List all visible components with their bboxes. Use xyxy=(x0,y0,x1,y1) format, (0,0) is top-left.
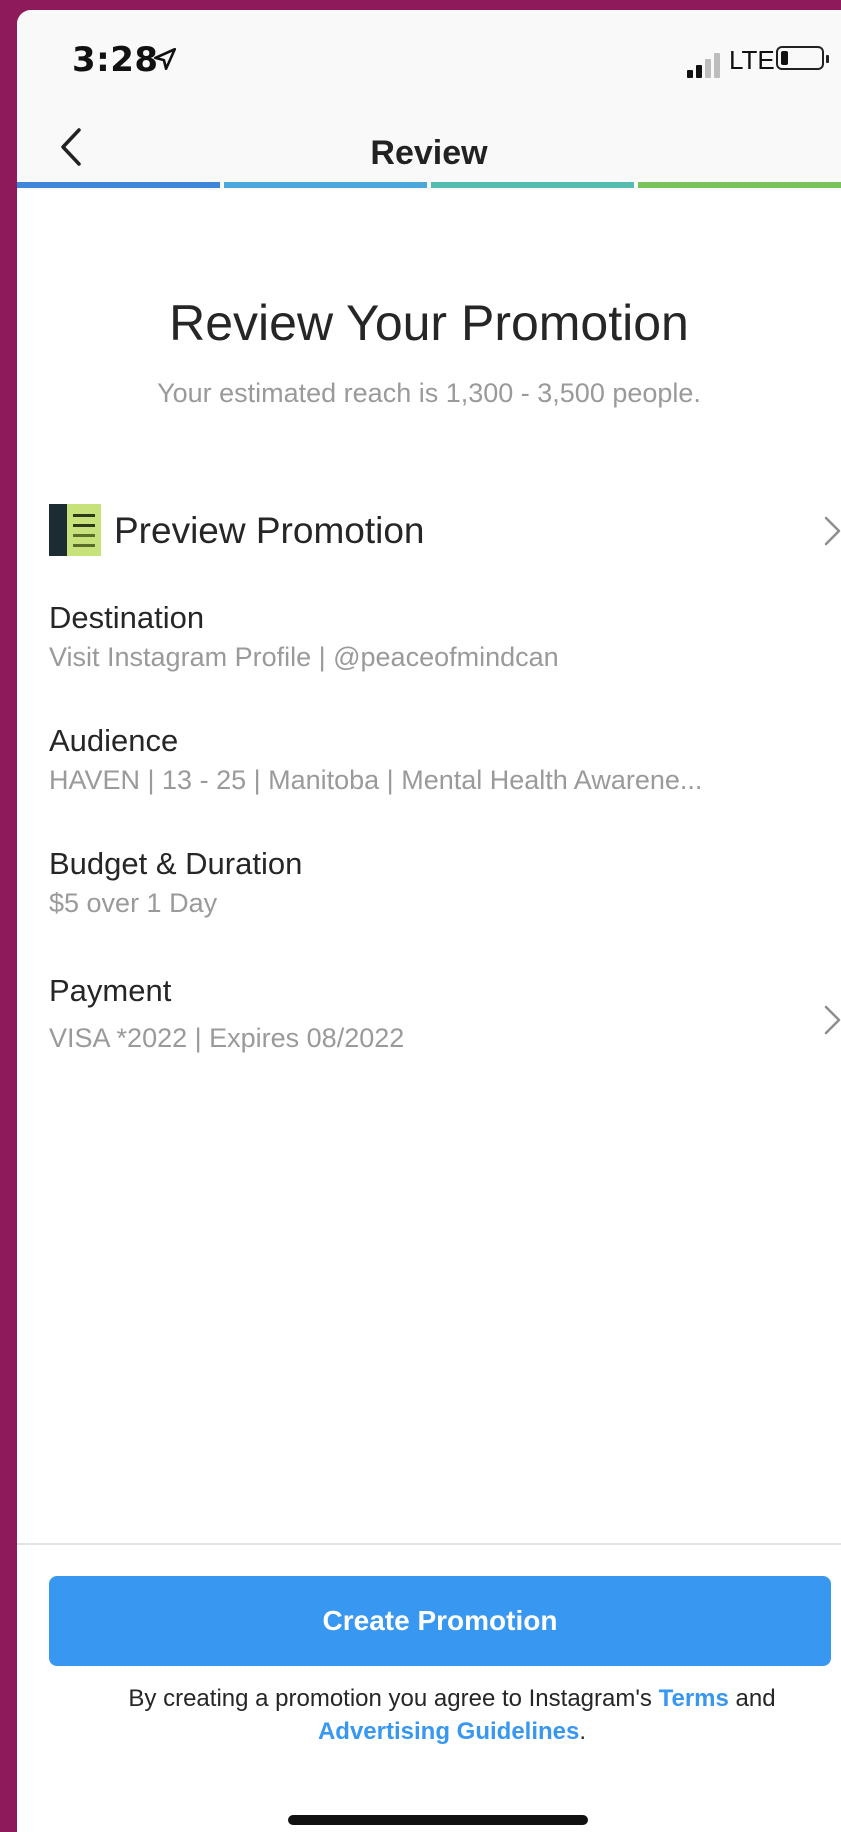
phone-screen: 3:28 LTE Review Review Your Promotion Yo… xyxy=(17,10,841,1832)
step-progress-bar xyxy=(17,182,841,188)
chevron-right-icon xyxy=(824,516,841,546)
progress-step-3 xyxy=(431,182,634,188)
destination-label: Destination xyxy=(49,600,205,635)
progress-step-4 xyxy=(638,182,841,188)
legal-middle: and xyxy=(728,1685,776,1712)
promotion-thumbnail xyxy=(49,504,101,556)
home-indicator[interactable] xyxy=(288,1815,588,1825)
nav-bar: Review xyxy=(17,110,841,190)
audience-value: HAVEN | 13 - 25 | Manitoba | Mental Heal… xyxy=(49,765,703,795)
budget-duration-row[interactable]: Budget & Duration $5 over 1 Day xyxy=(49,846,829,919)
clock: 3:28 xyxy=(72,40,159,80)
signal-icon xyxy=(687,53,720,78)
terms-link[interactable]: Terms xyxy=(659,1685,729,1712)
payment-value: VISA *2022 | Expires 08/2022 xyxy=(49,1023,405,1053)
legal-notice: By creating a promotion you agree to Ins… xyxy=(57,1682,841,1748)
payment-row[interactable]: Payment VISA *2022 | Expires 08/2022 xyxy=(49,973,841,1063)
status-bar: 3:28 LTE xyxy=(17,10,841,110)
budget-value: $5 over 1 Day xyxy=(49,888,218,918)
progress-step-1 xyxy=(17,182,220,188)
destination-value: Visit Instagram Profile | @peaceofmindca… xyxy=(49,642,559,672)
create-promotion-button[interactable]: Create Promotion xyxy=(49,1576,831,1666)
preview-promotion-row[interactable]: Preview Promotion xyxy=(49,500,841,572)
estimated-reach: Your estimated reach is 1,300 - 3,500 pe… xyxy=(157,378,701,408)
preview-promotion-label: Preview Promotion xyxy=(114,510,425,551)
network-type: LTE xyxy=(729,45,775,75)
legal-suffix: . xyxy=(579,1718,587,1745)
payment-label: Payment xyxy=(49,973,172,1008)
page-title: Review xyxy=(370,134,488,172)
footer-divider xyxy=(17,1543,841,1545)
destination-row[interactable]: Destination Visit Instagram Profile | @p… xyxy=(49,600,829,673)
chevron-right-icon xyxy=(824,1005,841,1035)
review-heading: Review Your Promotion xyxy=(169,295,689,351)
advertising-guidelines-link[interactable]: Advertising Guidelines xyxy=(318,1718,579,1745)
progress-step-2 xyxy=(224,182,427,188)
audience-label: Audience xyxy=(49,723,179,758)
location-arrow-icon xyxy=(153,47,177,71)
legal-prefix: By creating a promotion you agree to Ins… xyxy=(128,1685,659,1712)
budget-label: Budget & Duration xyxy=(49,846,303,881)
battery-icon xyxy=(776,46,829,70)
audience-row[interactable]: Audience HAVEN | 13 - 25 | Manitoba | Me… xyxy=(49,723,829,796)
